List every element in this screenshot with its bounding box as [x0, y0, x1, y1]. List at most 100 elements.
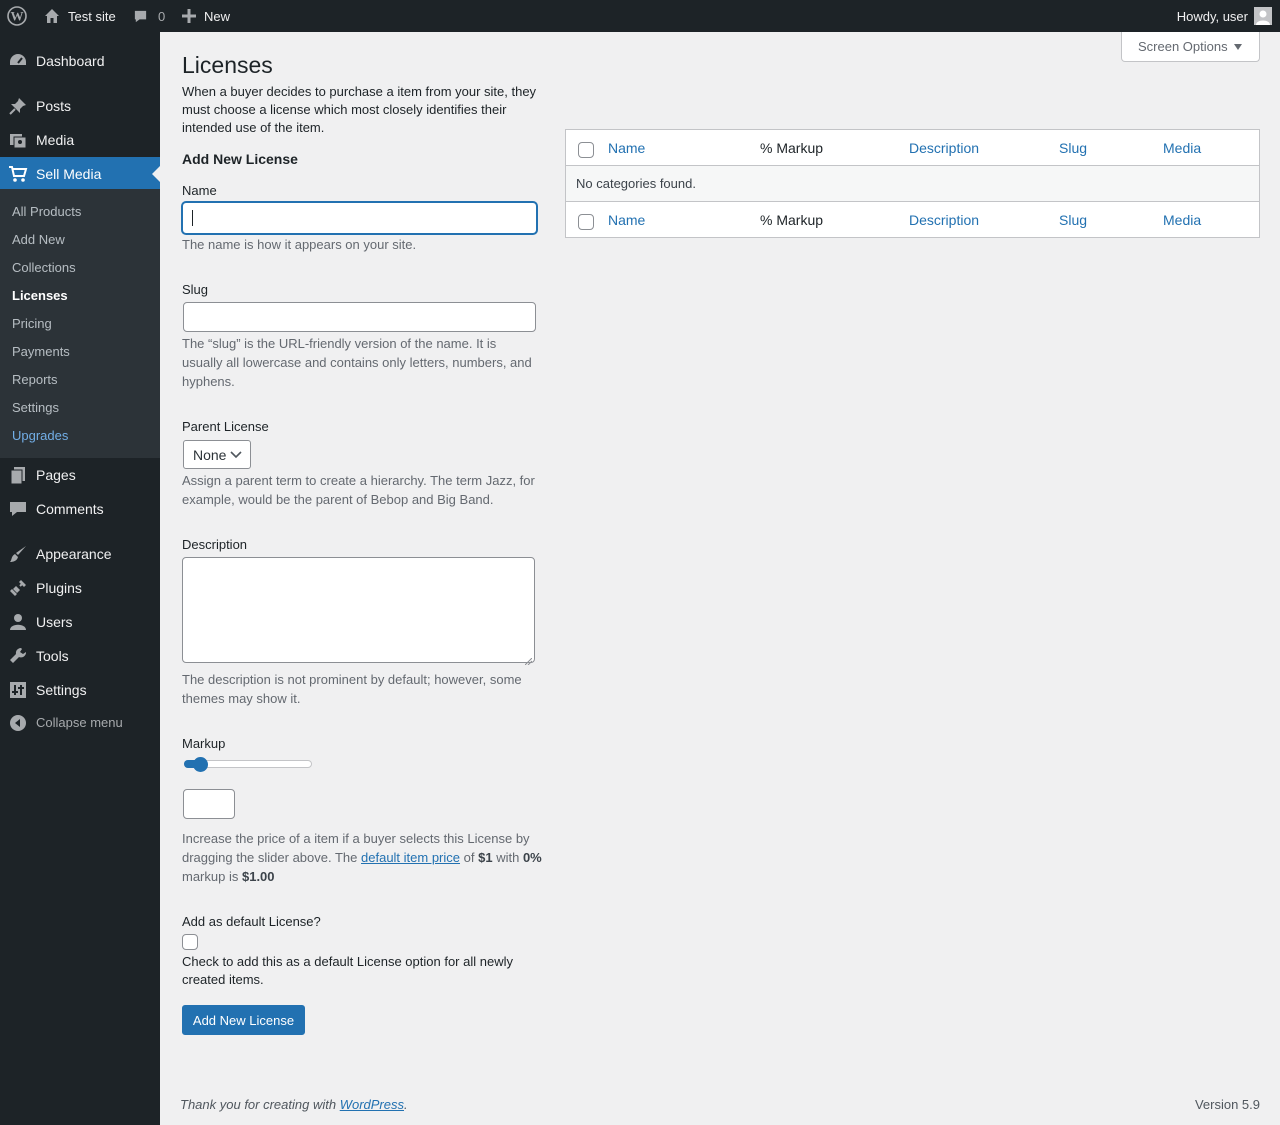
default-license-checkbox[interactable] — [182, 934, 198, 950]
column-footer-slug[interactable]: Slug — [1059, 211, 1087, 229]
my-account-link[interactable]: Howdy, user — [1177, 0, 1272, 32]
name-help: The name is how it appears on your site. — [182, 237, 417, 252]
parent-license-value: None — [193, 447, 227, 463]
collapse-arrow-icon — [9, 714, 27, 732]
menu-label: Pages — [36, 467, 76, 483]
user-icon — [8, 612, 28, 632]
submenu-item-collections[interactable]: Collections — [12, 259, 76, 277]
menu-item-comments[interactable]: Comments — [0, 492, 160, 526]
markup-label: Markup — [182, 736, 226, 751]
page-title: Licenses — [182, 52, 273, 78]
column-header-description[interactable]: Description — [909, 139, 979, 157]
column-footer-markup: % Markup — [760, 212, 824, 228]
default-item-price-link[interactable]: default item price — [361, 850, 460, 865]
menu-label: Comments — [36, 501, 104, 517]
sell-media-submenu: All Products Add New Collections License… — [0, 189, 160, 458]
comments-link[interactable]: 0 — [133, 0, 165, 32]
page-intro: When a buyer decides to purchase a item … — [182, 84, 537, 135]
wrench-icon — [8, 646, 28, 666]
slug-input[interactable] — [183, 302, 536, 332]
select-all-checkbox[interactable] — [578, 214, 594, 230]
menu-item-dashboard[interactable]: Dashboard — [0, 44, 160, 78]
name-input[interactable] — [182, 202, 537, 234]
avatar — [1254, 7, 1272, 25]
parent-license-select[interactable]: None — [183, 440, 251, 469]
column-footer-media[interactable]: Media — [1163, 211, 1201, 229]
comments-count: 0 — [158, 8, 166, 24]
new-content-link[interactable]: New — [182, 0, 230, 32]
menu-item-plugins[interactable]: Plugins — [0, 571, 160, 605]
menu-item-pages[interactable]: Pages — [0, 458, 160, 492]
column-header-media[interactable]: Media — [1163, 139, 1201, 157]
new-label: New — [204, 8, 231, 24]
menu-item-settings[interactable]: Settings — [0, 673, 160, 707]
column-footer-description[interactable]: Description — [909, 211, 979, 229]
paintbrush-icon — [8, 544, 28, 564]
resize-grip-icon[interactable] — [524, 653, 533, 666]
admin-menu: Dashboard Posts Media Sell Media All Pro… — [0, 32, 160, 1125]
markup-slider-handle[interactable] — [193, 757, 208, 772]
table-empty-row: No categories found. — [566, 166, 1259, 202]
admin-bar: W Test site 0 New Howdy, user — [0, 0, 1280, 32]
wordpress-link[interactable]: WordPress — [340, 1097, 404, 1112]
media-icon — [8, 130, 28, 150]
text-cursor — [192, 210, 193, 226]
select-all-checkbox[interactable] — [578, 142, 594, 158]
plus-icon — [182, 9, 196, 23]
submenu-item-add-new[interactable]: Add New — [12, 231, 65, 249]
submenu-item-settings[interactable]: Settings — [12, 399, 59, 417]
markup-total-value: $1.00 — [241, 869, 275, 884]
screen-options-label: Screen Options — [1138, 39, 1228, 54]
collapse-label: Collapse menu — [36, 715, 123, 730]
submenu-item-pricing[interactable]: Pricing — [12, 315, 52, 333]
markup-help: Increase the price of a item if a buyer … — [182, 829, 542, 886]
menu-item-media[interactable]: Media — [0, 123, 160, 157]
submenu-item-payments[interactable]: Payments — [12, 343, 70, 361]
site-name: Test site — [68, 8, 116, 24]
menu-label: Users — [36, 614, 73, 630]
menu-item-appearance[interactable]: Appearance — [0, 537, 160, 571]
footer-version: Version 5.9 — [1194, 1097, 1260, 1112]
footer-thanks-text: Thank you for creating with — [180, 1097, 337, 1112]
dashboard-icon — [8, 51, 28, 71]
markup-help-text: of — [463, 850, 475, 865]
menu-label: Tools — [36, 648, 69, 664]
home-icon — [44, 8, 60, 24]
greeting: Howdy, user — [1176, 8, 1248, 24]
default-price-value: $1 — [478, 850, 493, 865]
screen-options-button[interactable]: Screen Options — [1121, 32, 1260, 62]
description-textarea[interactable] — [182, 557, 535, 666]
footer-thanks: Thank you for creating with WordPress. — [180, 1096, 408, 1113]
collapse-menu-button[interactable]: Collapse menu — [0, 708, 160, 738]
menu-item-tools[interactable]: Tools — [0, 639, 160, 673]
column-header-name[interactable]: Name — [608, 139, 645, 157]
site-name-link[interactable]: Test site — [44, 0, 116, 32]
caret-down-icon — [1234, 44, 1242, 50]
menu-item-sell-media[interactable]: Sell Media — [0, 157, 160, 191]
submenu-item-all-products[interactable]: All Products — [12, 203, 81, 221]
pushpin-icon — [8, 96, 28, 116]
plugin-icon — [8, 578, 28, 598]
menu-item-users[interactable]: Users — [0, 605, 160, 639]
column-header-markup: % Markup — [760, 140, 824, 156]
column-footer-name[interactable]: Name — [608, 211, 645, 229]
settings-icon — [8, 680, 28, 700]
markup-input[interactable] — [183, 789, 235, 819]
column-header-slug[interactable]: Slug — [1059, 139, 1087, 157]
description-help: The description is not prominent by defa… — [182, 672, 522, 706]
submenu-item-reports[interactable]: Reports — [12, 371, 58, 389]
submenu-item-licenses[interactable]: Licenses — [12, 287, 68, 305]
name-label: Name — [182, 183, 217, 198]
comment-icon — [8, 499, 28, 519]
markup-help-text: markup is — [182, 869, 239, 884]
wordpress-logo-icon[interactable]: W — [7, 0, 27, 32]
menu-item-posts[interactable]: Posts — [0, 89, 160, 123]
svg-text:W: W — [11, 9, 24, 24]
submenu-item-upgrades[interactable]: Upgrades — [12, 427, 68, 445]
add-new-license-button[interactable]: Add New License — [182, 1005, 305, 1035]
form-title: Add New License — [182, 151, 298, 167]
parent-license-help: Assign a parent term to create a hierarc… — [182, 473, 535, 507]
table-header-row: Name % Markup Description Slug Media — [566, 130, 1259, 166]
menu-label: Posts — [36, 98, 72, 114]
pages-icon — [8, 465, 28, 485]
